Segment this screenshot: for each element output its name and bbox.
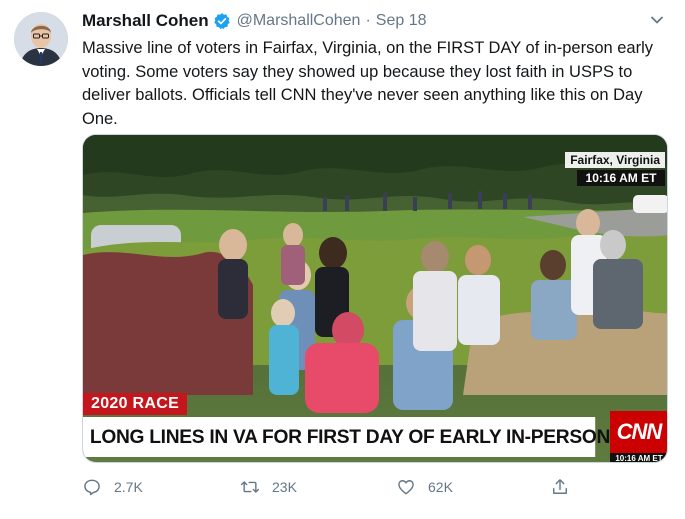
avatar[interactable] xyxy=(14,12,68,66)
share-icon xyxy=(553,479,567,494)
tweet-text: Massive line of voters in Fairfax, Virgi… xyxy=(82,39,654,128)
tweet: Marshall Cohen @MarshallCohen · Sep 18 M… xyxy=(0,0,685,519)
author-handle[interactable]: @MarshallCohen xyxy=(237,12,361,30)
race-tag: 2020 RACE xyxy=(83,393,188,415)
chevron-down-icon[interactable] xyxy=(647,10,667,30)
share-button[interactable] xyxy=(550,474,570,500)
logo-time: 10:16 AM ET xyxy=(610,453,667,462)
reply-count: 2.7K xyxy=(114,479,143,495)
video-location-overlay: Fairfax, Virginia 10:16 AM ET xyxy=(565,151,665,186)
separator-dot: · xyxy=(365,12,371,29)
retweet-button[interactable]: 23K xyxy=(240,474,297,500)
reply-button[interactable]: 2.7K xyxy=(82,474,143,500)
reply-icon xyxy=(84,479,100,496)
location-time: 10:16 AM ET xyxy=(577,170,665,186)
retweet-count: 23K xyxy=(272,479,297,495)
verified-badge-icon xyxy=(213,12,231,30)
tweet-actions: 2.7K 23K 62K xyxy=(82,474,582,500)
like-icon xyxy=(398,480,414,495)
tweet-date[interactable]: Sep 18 xyxy=(376,12,427,30)
author-name[interactable]: Marshall Cohen xyxy=(82,11,209,31)
tweet-header: Marshall Cohen @MarshallCohen · Sep 18 xyxy=(82,10,427,32)
tweet-video[interactable]: Fairfax, Virginia 10:16 AM ET 2020 RACE … xyxy=(82,134,668,463)
news-chyron: LONG LINES IN VA FOR FIRST DAY OF EARLY … xyxy=(83,417,667,457)
location-label: Fairfax, Virginia xyxy=(565,152,665,168)
retweet-icon xyxy=(240,481,260,493)
like-button[interactable]: 62K xyxy=(396,474,453,500)
like-count: 62K xyxy=(428,479,453,495)
network-logo: CNN xyxy=(610,411,667,453)
